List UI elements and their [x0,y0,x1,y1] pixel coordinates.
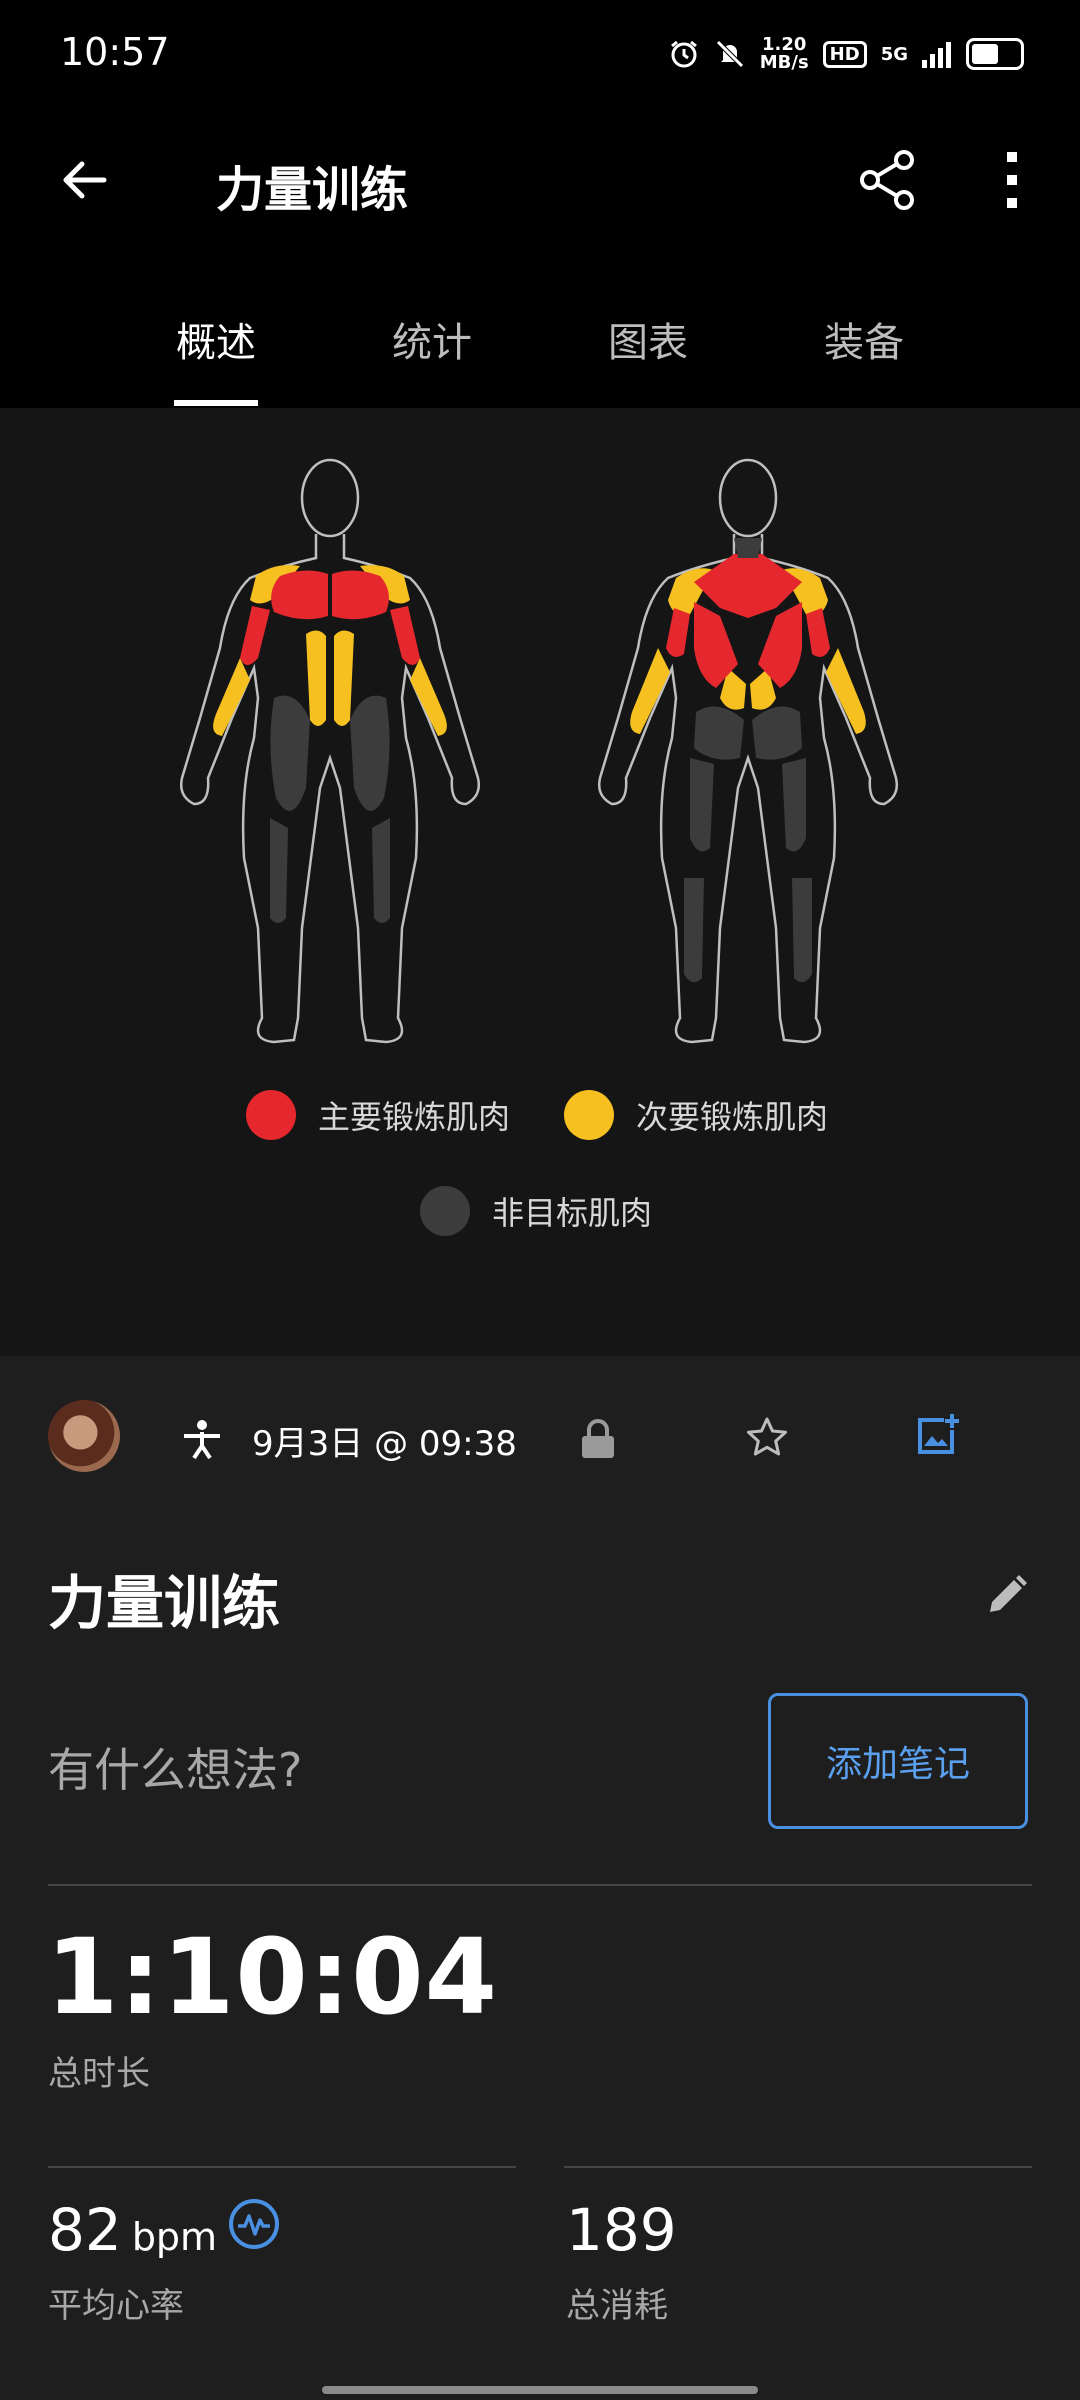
tab-overview[interactable]: 概述 [176,310,256,368]
legend-untargeted: 非目标肌肉 [420,1186,652,1236]
muscle-map-panel: 主要锻炼肌肉 次要锻炼肌肉 非目标肌肉 [0,408,1080,1356]
tab-stats[interactable]: 统计 [392,310,472,368]
add-photo-icon[interactable] [914,1412,960,1458]
total-duration-label: 总时长 [48,2054,150,2094]
tab-equipment[interactable]: 装备 [824,310,904,368]
tab-charts[interactable]: 图表 [608,310,688,368]
edit-pencil-icon[interactable] [986,1574,1028,1616]
primary-muscle-dot [246,1090,296,1140]
avg-heart-rate-value: 82 [48,2196,122,2264]
network-type: 5G [880,43,908,65]
thoughts-input[interactable]: 有什么想法? [48,1734,302,1800]
divider [48,1884,1032,1886]
heart-rate-icon[interactable] [228,2198,280,2250]
front-body-figure [180,458,480,1044]
workout-title: 力量训练 [48,1569,281,1637]
tab-bar: 概述 统计 图表 装备 [0,280,1080,408]
status-bar: 10:57 1.20 MB/s HD 5G [0,0,1080,110]
untargeted-muscle-dot [420,1186,470,1236]
avg-heart-rate: 82 bpm [48,2196,217,2264]
back-arrow-icon[interactable] [58,154,110,206]
active-tab-indicator [174,400,258,406]
net-speed: 1.20 MB/s [760,36,809,72]
avatar[interactable] [48,1400,120,1472]
signal-icon [922,42,951,68]
workout-date: 9月3日 @ 09:38 [252,1424,517,1464]
status-time: 10:57 [60,30,170,74]
page-title: 力量训练 [216,162,409,218]
divider [564,2166,1032,2168]
app-header: 力量训练 [0,110,1080,280]
alarm-icon [670,40,697,68]
net-speed-unit: MB/s [759,52,809,73]
home-indicator[interactable] [322,2386,758,2394]
mute-bell-icon [715,40,744,68]
divider [48,2166,516,2168]
total-calories-value: 189 [566,2196,677,2264]
battery-icon [966,38,1024,70]
lock-icon[interactable] [580,1418,616,1460]
star-icon[interactable] [746,1416,788,1458]
hd-badge: HD [822,40,867,68]
legend-untargeted-label: 非目标肌肉 [492,1194,653,1232]
share-icon[interactable] [858,148,918,212]
status-icons: 1.20 MB/s HD 5G [668,36,1024,72]
avg-heart-rate-unit: bpm [131,2215,218,2259]
total-calories-label: 总消耗 [566,2286,668,2326]
add-note-button[interactable]: 添加笔记 [768,1693,1028,1829]
total-duration-value: 1:10:04 [46,1916,498,2038]
secondary-muscle-dot [564,1090,614,1140]
more-options-icon[interactable] [1002,150,1022,210]
strength-activity-icon [184,1420,220,1460]
legend-primary-label: 主要锻炼肌肉 [318,1098,511,1136]
legend-primary: 主要锻炼肌肉 [246,1090,510,1140]
legend-secondary-label: 次要锻炼肌肉 [636,1098,829,1136]
back-body-figure [598,458,898,1044]
avg-heart-rate-label: 平均心率 [48,2286,184,2326]
legend-secondary: 次要锻炼肌肉 [564,1090,828,1140]
workout-details: 9月3日 @ 09:38 力量训练 有什么想法? 添加笔记 1:10:04 总时… [0,1356,1080,2400]
